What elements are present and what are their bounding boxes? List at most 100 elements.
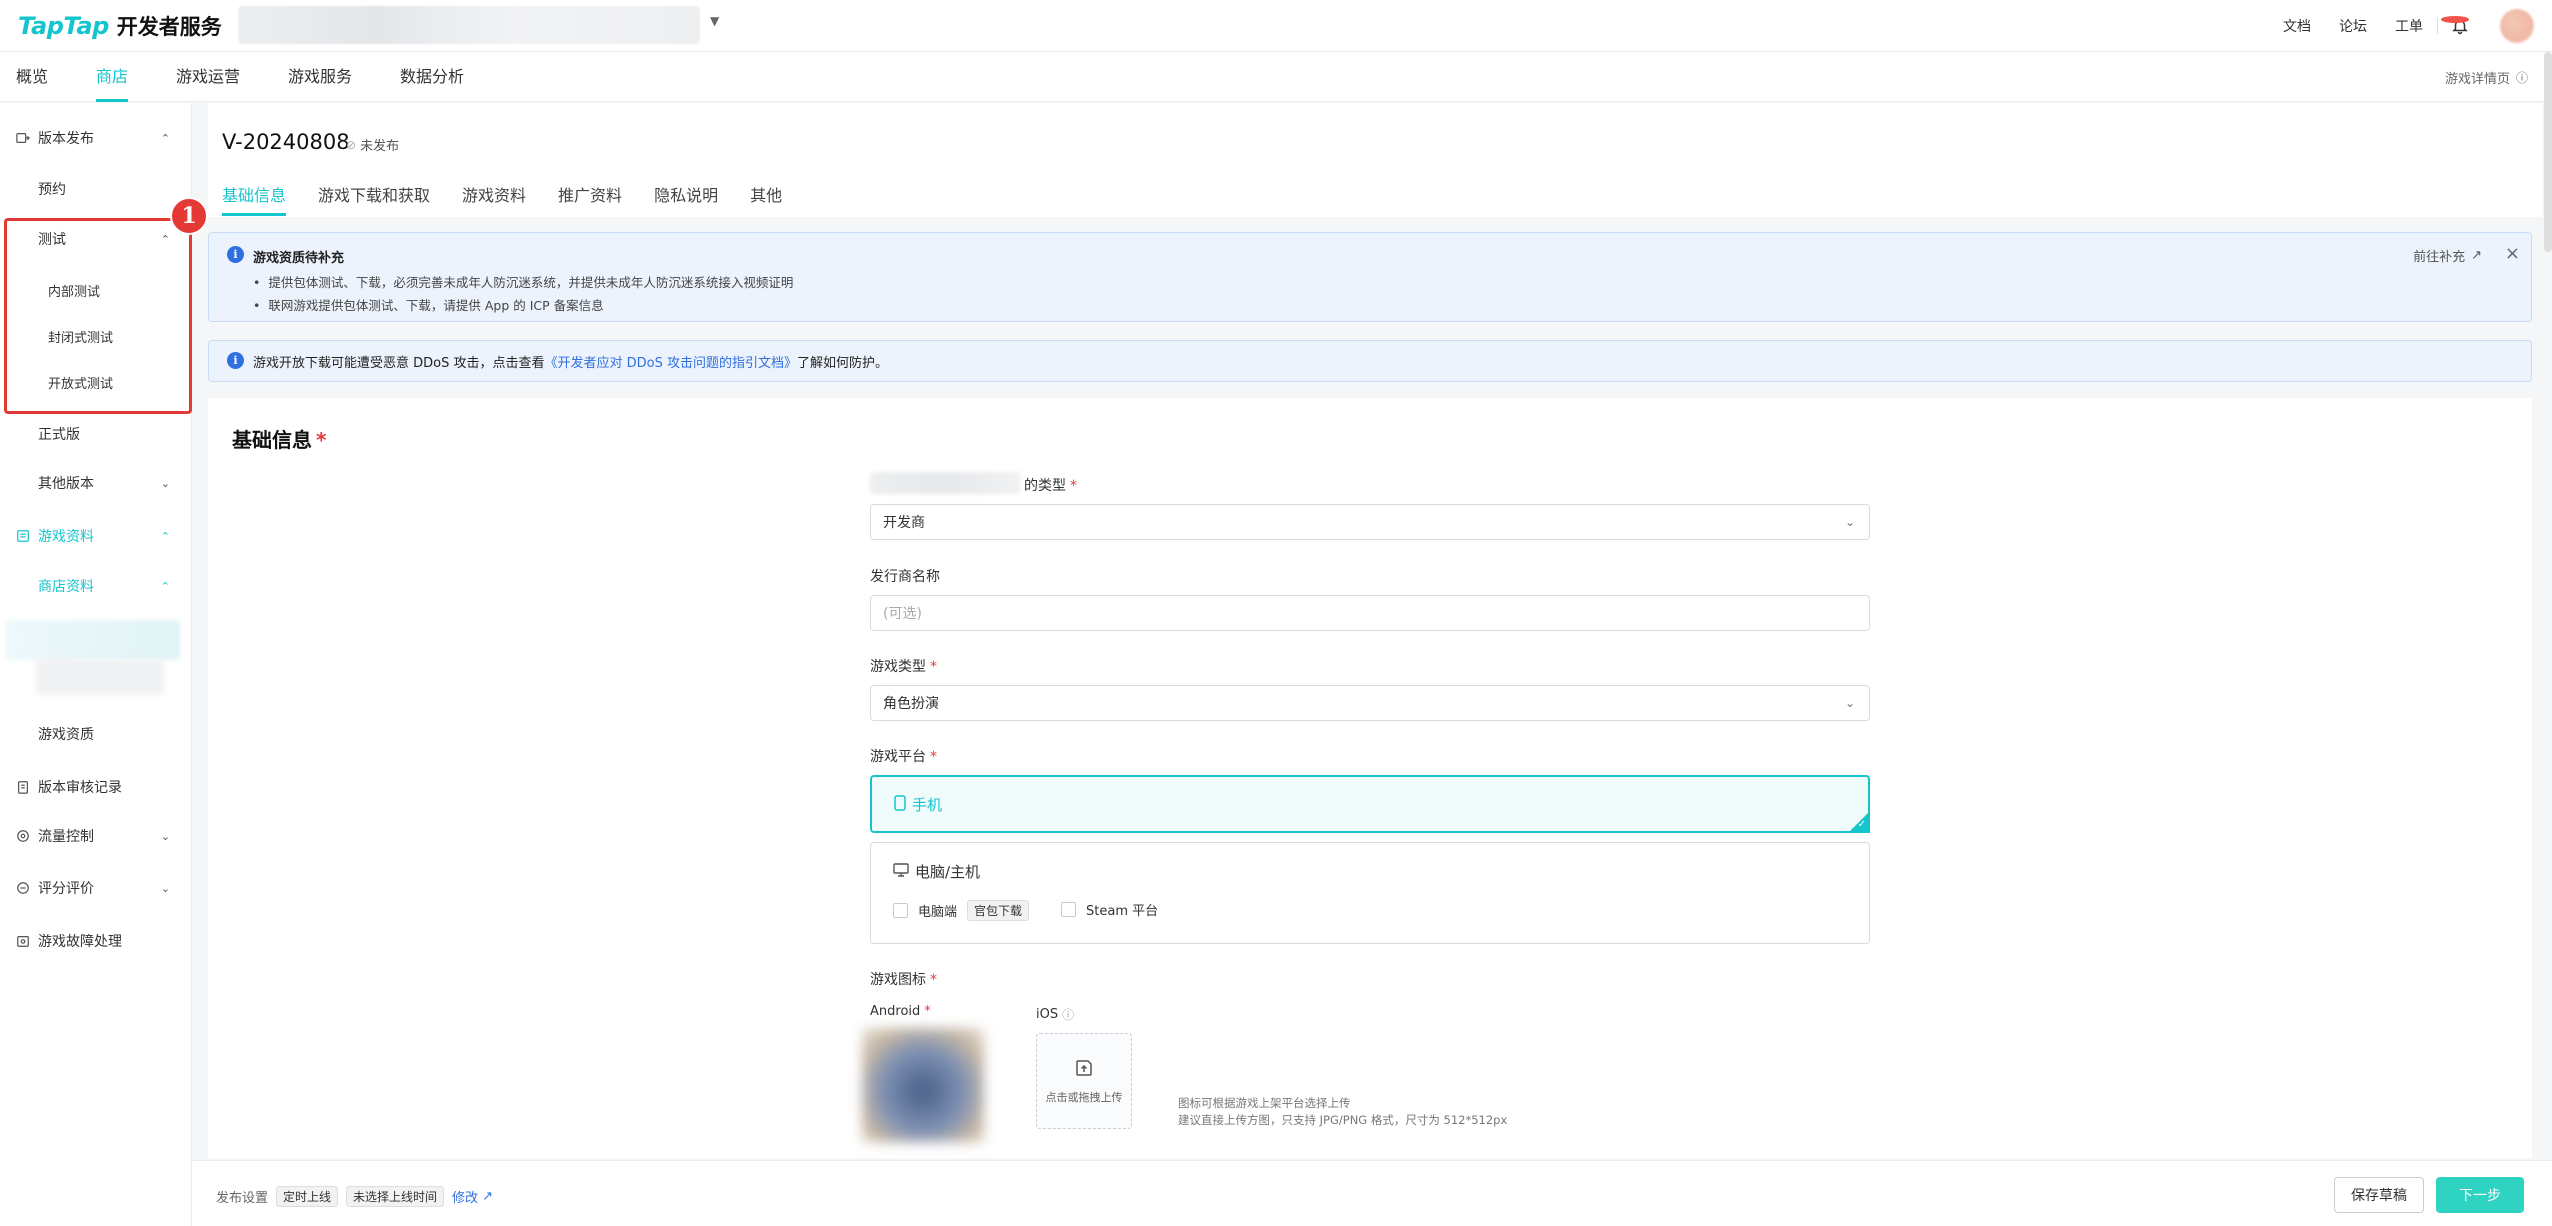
platform-pc-option: 电脑/主机 <box>893 861 980 882</box>
edit-link[interactable]: 修改 ↗ <box>452 1187 493 1206</box>
notification-dot <box>2441 16 2469 23</box>
ticket-link[interactable]: 工单 <box>2381 16 2437 36</box>
android-icon-image[interactable] <box>862 1028 984 1142</box>
sidebar-item-game-info[interactable]: 游戏资料 ⌃ <box>0 518 192 554</box>
publisher-input[interactable]: (可选) <box>870 595 1870 631</box>
upload-icon <box>1074 1058 1094 1081</box>
scheduled-tag: 定时上线 <box>276 1186 339 1207</box>
sidebar-item-ratings[interactable]: 评分评价 ⌄ <box>0 870 192 906</box>
chevron-down-icon: ⌄ <box>1844 696 1855 710</box>
blurred-sidebar-item[interactable] <box>36 660 164 694</box>
ddos-suffix: 了解如何防护。 <box>797 356 889 371</box>
genre-select[interactable]: 角色扮演 ⌄ <box>870 685 1870 721</box>
sidebar-item-reservation[interactable]: 预约 <box>0 171 192 207</box>
info-icon: i <box>227 352 244 369</box>
android-label-text: Android <box>870 1004 921 1019</box>
taptap-logo[interactable]: TapTap 开发者服务 <box>18 8 222 44</box>
tab-other[interactable]: 其他 <box>750 178 782 216</box>
publish-settings-label: 发布设置 <box>216 1191 269 1206</box>
required-mark: * <box>924 1004 931 1019</box>
nav-overview[interactable]: 概览 <box>16 52 48 102</box>
pc-client-option[interactable]: 电脑端 官包下载 <box>893 900 1030 921</box>
icon-label-text: 游戏图标 <box>870 972 926 988</box>
sidebar-item-official[interactable]: 正式版 <box>0 416 192 452</box>
ios-upload-box[interactable]: 点击或拖拽上传 <box>1036 1033 1132 1129</box>
platform-mobile-label: 手机 <box>912 796 943 814</box>
scrollbar[interactable] <box>2544 52 2552 252</box>
forum-link[interactable]: 论坛 <box>2325 16 2381 36</box>
sidebar-item-release[interactable]: 版本发布 ⌃ <box>0 120 192 156</box>
docs-link[interactable]: 文档 <box>2269 16 2325 36</box>
pc-client-checkbox[interactable] <box>893 903 908 918</box>
developer-type-value: 开发商 <box>883 515 925 531</box>
release-icon <box>14 129 32 147</box>
version-status: ⊘ 未发布 <box>346 135 399 155</box>
sidebar-item-other-versions[interactable]: 其他版本 ⌄ <box>0 465 192 501</box>
icon-hint-line: 建议直接上传方图，只支持 JPG/PNG 格式，尺寸为 512*512px <box>1178 1113 1508 1127</box>
platform-label-text: 游戏平台 <box>870 749 926 765</box>
steam-checkbox[interactable] <box>1061 902 1076 917</box>
bell-icon[interactable] <box>2441 14 2472 38</box>
sidebar-item-fault[interactable]: 游戏故障处理 <box>0 923 192 959</box>
annotation-highlight-box <box>4 218 192 414</box>
sidebar-label: 版本发布 <box>38 131 94 147</box>
nav-operations[interactable]: 游戏运营 <box>176 52 240 102</box>
tab-privacy[interactable]: 隐私说明 <box>654 178 718 216</box>
sidebar-label: 流量控制 <box>38 829 94 845</box>
next-button[interactable]: 下一步 <box>2436 1177 2524 1213</box>
nav-services[interactable]: 游戏服务 <box>288 52 352 102</box>
tab-basic-info[interactable]: 基础信息 <box>222 178 287 216</box>
nav-analytics[interactable]: 数据分析 <box>400 52 464 102</box>
save-draft-button[interactable]: 保存草稿 <box>2334 1177 2424 1213</box>
steam-option[interactable]: Steam 平台 <box>1061 900 1158 919</box>
ios-label: iOS ⓘ <box>1036 1006 1074 1023</box>
app-selector[interactable] <box>238 6 700 44</box>
developer-type-select[interactable]: 开发商 ⌄ <box>870 504 1870 540</box>
section-title-text: 基础信息 <box>232 428 312 452</box>
icon-label: 游戏图标 * <box>870 969 937 989</box>
alert-title: 游戏资质待补充 <box>253 251 345 266</box>
genre-label-text: 游戏类型 <box>870 659 926 675</box>
ddos-guide-link[interactable]: 《开发者应对 DDoS 攻击问题的指引文档》 <box>545 356 798 371</box>
icon-hint-line: 图标可根据游戏上架平台选择上传 <box>1178 1096 1351 1110</box>
nav-store[interactable]: 商店 <box>96 52 129 102</box>
tab-promotion[interactable]: 推广资料 <box>558 178 622 216</box>
caret-down-icon[interactable]: ▼ <box>710 14 724 28</box>
sidebar-label: 其他版本 <box>38 476 94 492</box>
check-icon: ✓ <box>1857 819 1866 830</box>
close-icon[interactable]: × <box>2505 243 2520 264</box>
version-title: V-20240808 <box>222 130 350 154</box>
chevron-down-icon: ⌄ <box>160 476 170 490</box>
form-tabs: 基础信息 游戏下载和获取 游戏资料 推广资料 隐私说明 其他 <box>222 178 782 216</box>
ios-label-text: iOS <box>1036 1007 1059 1022</box>
upload-text: 点击或拖拽上传 <box>1045 1090 1123 1104</box>
platform-mobile-option: 手机 <box>894 794 942 815</box>
publisher-label: 发行商名称 <box>870 569 940 585</box>
chevron-up-icon: ⌃ <box>160 131 170 145</box>
platform-pc-card[interactable]: 电脑/主机 电脑端 官包下载 Steam 平台 <box>870 842 1870 944</box>
question-icon[interactable]: ⓘ <box>1062 1006 1074 1023</box>
type-label-text: 的类型 <box>1024 478 1066 494</box>
sidebar-item-qualification[interactable]: 游戏资质 <box>0 716 192 752</box>
android-label: Android * <box>870 1004 931 1019</box>
platform-mobile-card[interactable]: 手机 ✓ <box>870 775 1870 833</box>
alert-item: 联网游戏提供包体测试、下载，请提供 App 的 ICP 备案信息 <box>253 295 603 314</box>
go-supplement-link[interactable]: 前往补充 ↗ <box>2413 246 2482 265</box>
game-detail-link[interactable]: 游戏详情页 ⓘ <box>2445 68 2528 87</box>
tab-game-info[interactable]: 游戏资料 <box>462 178 526 216</box>
top-links: 文档 论坛 工单 <box>2269 14 2482 38</box>
chevron-down-icon: ⌄ <box>160 829 170 843</box>
sidebar-item-store-info[interactable]: 商店资料 ⌃ <box>0 568 192 604</box>
tab-download[interactable]: 游戏下载和获取 <box>318 178 430 216</box>
external-link-icon: ↗ <box>2471 248 2482 263</box>
avatar[interactable] <box>2500 9 2534 43</box>
sidebar-item-review-record[interactable]: 版本审核记录 <box>0 769 192 805</box>
platform-label: 游戏平台 * <box>870 746 937 766</box>
required-mark: * <box>930 972 937 988</box>
annotation-badge: 1 <box>170 197 208 235</box>
sidebar-label: 商店资料 <box>38 579 94 595</box>
publisher-placeholder: (可选) <box>883 606 922 622</box>
blurred-sidebar-item[interactable] <box>6 620 180 660</box>
icon-hint: 图标可根据游戏上架平台选择上传 建议直接上传方图，只支持 JPG/PNG 格式，… <box>1178 1095 1507 1129</box>
sidebar-item-traffic[interactable]: 流量控制 ⌄ <box>0 818 192 854</box>
